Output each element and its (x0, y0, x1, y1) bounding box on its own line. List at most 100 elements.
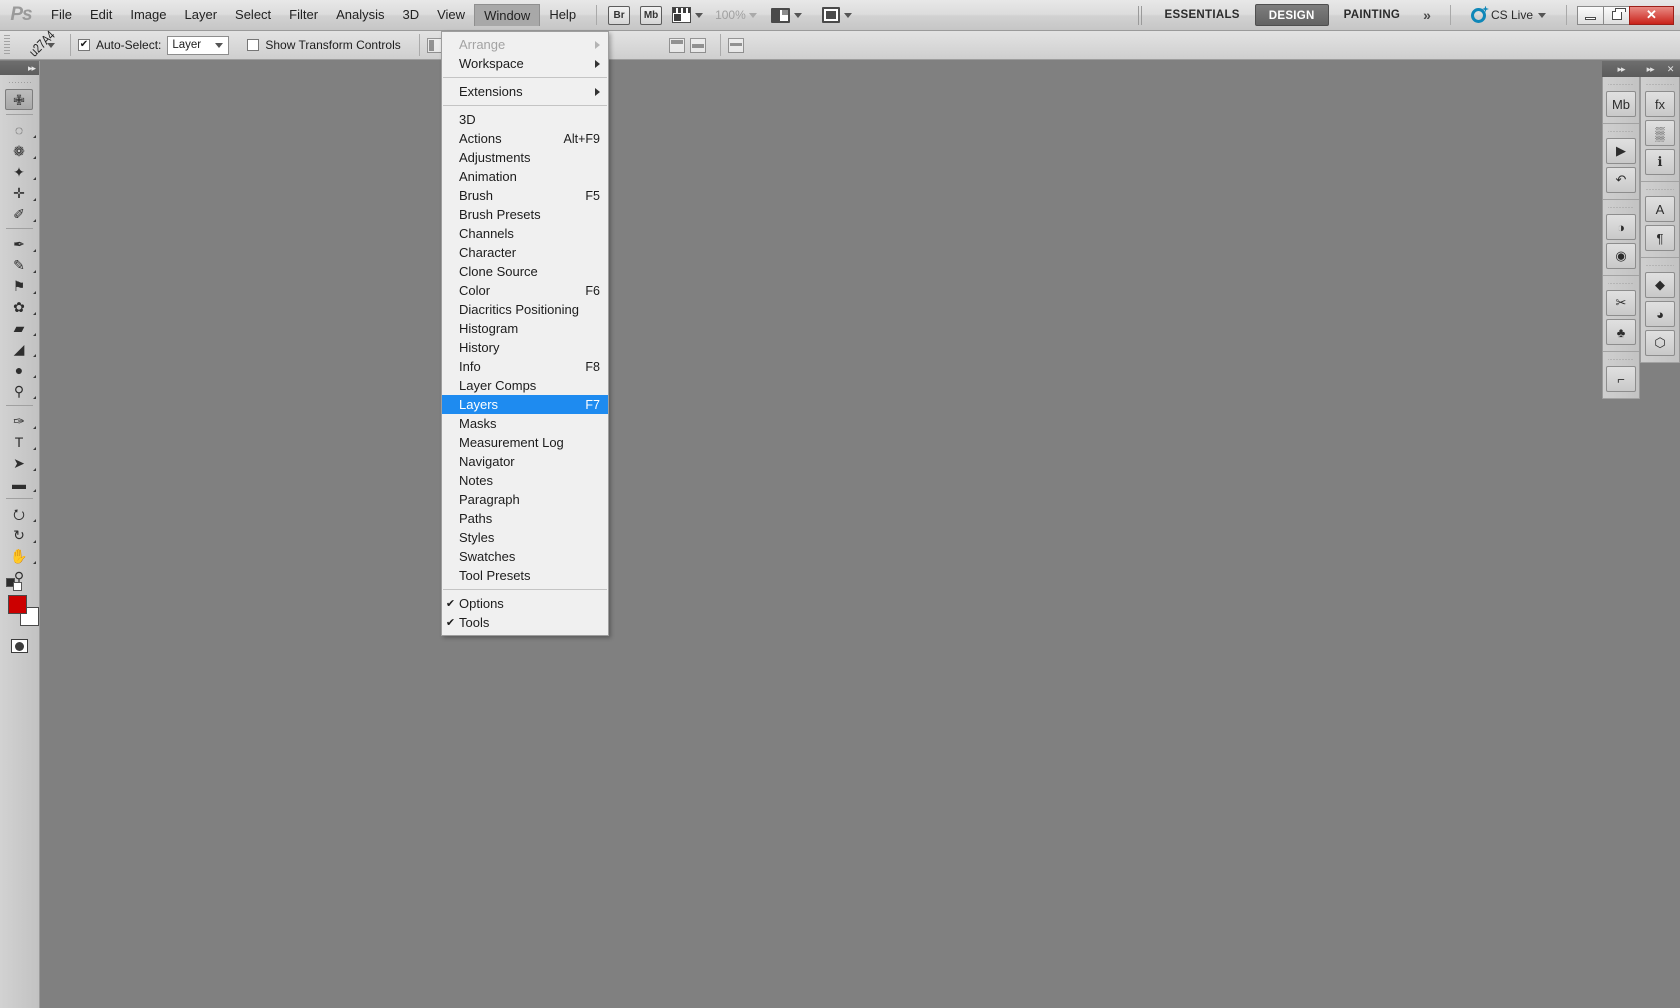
dock-group-handle[interactable] (1608, 80, 1634, 88)
dock-group-handle[interactable] (1646, 261, 1674, 269)
dock-group-handle[interactable] (1608, 279, 1634, 287)
menu-item-diacritics-positioning[interactable]: Diacritics Positioning (442, 300, 608, 319)
tool-presets-panel-icon[interactable]: ✂ (1606, 290, 1636, 316)
show-transform-checkbox[interactable] (247, 39, 260, 51)
menu-item-animation[interactable]: Animation (442, 167, 608, 186)
window-dropdown-menu[interactable]: Arrange Workspace Extensions 3D Actions Alt+F… (441, 31, 609, 636)
pen-tool[interactable]: ✑ (0, 410, 38, 431)
menu-item-clone-source[interactable]: Clone Source (442, 262, 608, 281)
menu-item-workspace[interactable]: Workspace (442, 54, 608, 73)
info-panel-icon[interactable]: ℹ (1645, 149, 1675, 175)
dock-group-handle[interactable] (1646, 185, 1674, 193)
gradient-tool[interactable]: ◢ (0, 338, 38, 359)
menu-item-swatches[interactable]: Swatches (442, 547, 608, 566)
brush-tool[interactable]: ✎ (0, 254, 38, 275)
dock-collapse-right-button[interactable]: ▸▸ (1647, 64, 1655, 75)
close-button[interactable]: ✕ (1629, 5, 1674, 25)
options-bar-grip[interactable] (4, 34, 10, 56)
menu-item-adjustments[interactable]: Adjustments (442, 148, 608, 167)
arrange-documents-control[interactable] (770, 7, 802, 23)
menu-edit[interactable]: Edit (81, 4, 121, 26)
crop-tool[interactable]: ✛ (0, 182, 38, 203)
dock-group-handle[interactable] (1646, 80, 1674, 88)
menu-item-measurement-log[interactable]: Measurement Log (442, 433, 608, 452)
menu-item-info[interactable]: Info F8 (442, 357, 608, 376)
align-vertical-centers-icon[interactable] (689, 37, 706, 53)
dock-collapse-left-button[interactable]: ▸▸ (1602, 64, 1640, 75)
menu-file[interactable]: File (42, 4, 81, 26)
menu-item-3d[interactable]: 3D (442, 110, 608, 129)
measurement-log-panel-icon[interactable]: ⌐ (1606, 366, 1636, 392)
history-brush-tool[interactable]: ✿ (0, 296, 38, 317)
menu-window[interactable]: Window (474, 4, 541, 26)
menu-item-brush[interactable]: Brush F5 (442, 186, 608, 205)
masks-panel-icon[interactable]: ◉ (1606, 243, 1636, 269)
3d-object-rotate-tool[interactable]: ⭮ (0, 503, 38, 524)
type-tool[interactable]: T (0, 431, 38, 452)
channels-panel-icon[interactable]: ◕ (1645, 301, 1675, 327)
styles-panel-icon[interactable]: fx (1645, 91, 1675, 117)
adjustments-panel-icon[interactable]: ◑ (1606, 214, 1636, 240)
menu-item-notes[interactable]: Notes (442, 471, 608, 490)
move-tool[interactable]: ✙ (5, 89, 33, 110)
menu-item-history[interactable]: History (442, 338, 608, 357)
menu-item-layer-comps[interactable]: Layer Comps (442, 376, 608, 395)
menu-item-options[interactable]: ✔ Options (442, 594, 608, 613)
dock-group-handle[interactable] (1608, 127, 1634, 135)
dock-group-handle[interactable] (1608, 203, 1634, 211)
dock-group-handle[interactable] (1608, 355, 1634, 363)
paths-panel-icon[interactable]: ⬡ (1645, 330, 1675, 356)
dodge-tool[interactable]: ⚲ (0, 380, 38, 401)
current-tool-preview[interactable] (15, 36, 63, 54)
menu-item-layers[interactable]: Layers F7 (442, 395, 608, 414)
restore-button[interactable] (1603, 5, 1630, 25)
menu-item-character[interactable]: Character (442, 243, 608, 262)
healing-brush-tool[interactable]: ✒ (0, 233, 38, 254)
cs-live-button[interactable]: CS Live (1462, 7, 1555, 23)
menu-item-paragraph[interactable]: Paragraph (442, 490, 608, 509)
foreground-color-swatch[interactable] (8, 595, 27, 614)
layers-panel-icon[interactable]: ◆ (1645, 272, 1675, 298)
menu-layer[interactable]: Layer (176, 4, 227, 26)
brush-presets-panel-icon[interactable]: ♣ (1606, 319, 1636, 345)
swatches-panel-icon[interactable]: ▒ (1645, 120, 1675, 146)
bridge-icon[interactable]: Br (608, 5, 631, 25)
menu-item-histogram[interactable]: Histogram (442, 319, 608, 338)
document-canvas-area[interactable] (40, 61, 1680, 1008)
path-selection-tool[interactable]: ➤ (0, 452, 38, 473)
rectangle-tool[interactable]: ▬ (0, 473, 38, 494)
menu-item-actions[interactable]: Actions Alt+F9 (442, 129, 608, 148)
mini-bridge-panel-icon[interactable]: Mb (1606, 91, 1636, 117)
menu-view[interactable]: View (428, 4, 474, 26)
menu-item-color[interactable]: Color F6 (442, 281, 608, 300)
lasso-tool[interactable]: ❁ (0, 140, 38, 161)
clone-stamp-tool[interactable]: ⚑ (0, 275, 38, 296)
align-top-edges-icon[interactable] (668, 37, 685, 53)
menu-item-tools[interactable]: ✔ Tools (442, 613, 608, 632)
menu-image[interactable]: Image (121, 4, 175, 26)
quick-selection-tool[interactable]: ✦ (0, 161, 38, 182)
history-panel-icon[interactable]: ↶ (1606, 167, 1636, 193)
workspace-essentials[interactable]: ESSENTIALS (1152, 4, 1253, 26)
hand-tool[interactable]: ✋ (0, 545, 38, 566)
tools-collapse-button[interactable]: ▸▸ (0, 61, 39, 75)
blur-tool[interactable]: ● (0, 359, 38, 380)
workspace-painting[interactable]: PAINTING (1331, 4, 1414, 26)
3d-camera-rotate-tool[interactable]: ↻ (0, 524, 38, 545)
menu-item-extensions[interactable]: Extensions (442, 82, 608, 101)
paragraph-panel-icon[interactable]: ¶ (1645, 225, 1675, 251)
menu-item-brush-presets[interactable]: Brush Presets (442, 205, 608, 224)
eyedropper-tool[interactable]: ✐ (0, 203, 38, 224)
menu-3d[interactable]: 3D (393, 4, 428, 26)
menu-item-styles[interactable]: Styles (442, 528, 608, 547)
dock-close-button[interactable]: ✕ (1667, 64, 1674, 75)
workspace-design[interactable]: DESIGN (1254, 4, 1329, 26)
distribute-icon[interactable] (727, 37, 744, 53)
auto-select-checkbox[interactable]: ✔ (78, 39, 90, 51)
menu-help[interactable]: Help (540, 4, 585, 26)
menu-item-tool-presets[interactable]: Tool Presets (442, 566, 608, 585)
minimize-button[interactable] (1577, 5, 1604, 25)
quick-mask-button[interactable] (0, 635, 38, 657)
menu-item-channels[interactable]: Channels (442, 224, 608, 243)
view-extras-control[interactable] (672, 7, 704, 23)
